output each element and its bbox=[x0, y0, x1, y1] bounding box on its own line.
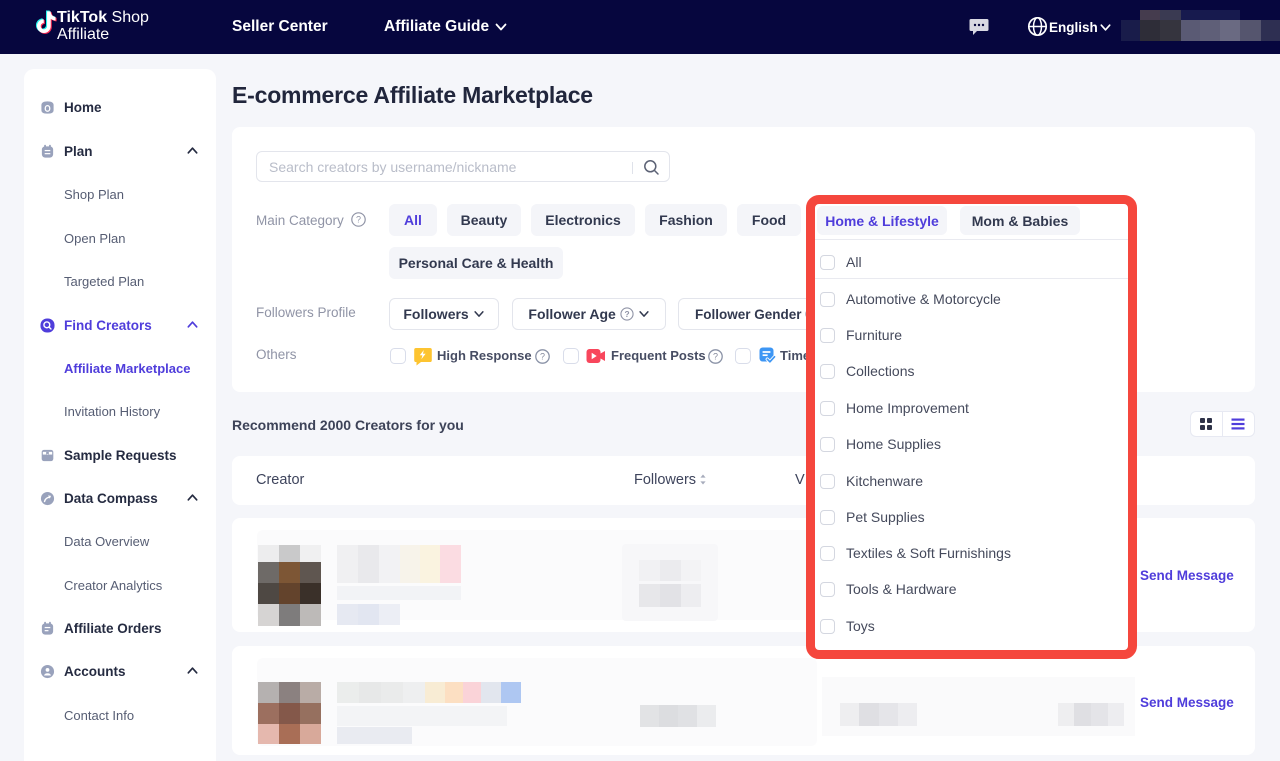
svg-text:?: ? bbox=[624, 309, 629, 319]
svg-text:?: ? bbox=[356, 215, 361, 225]
svg-text:?: ? bbox=[713, 352, 718, 362]
svg-text:?: ? bbox=[540, 352, 545, 362]
